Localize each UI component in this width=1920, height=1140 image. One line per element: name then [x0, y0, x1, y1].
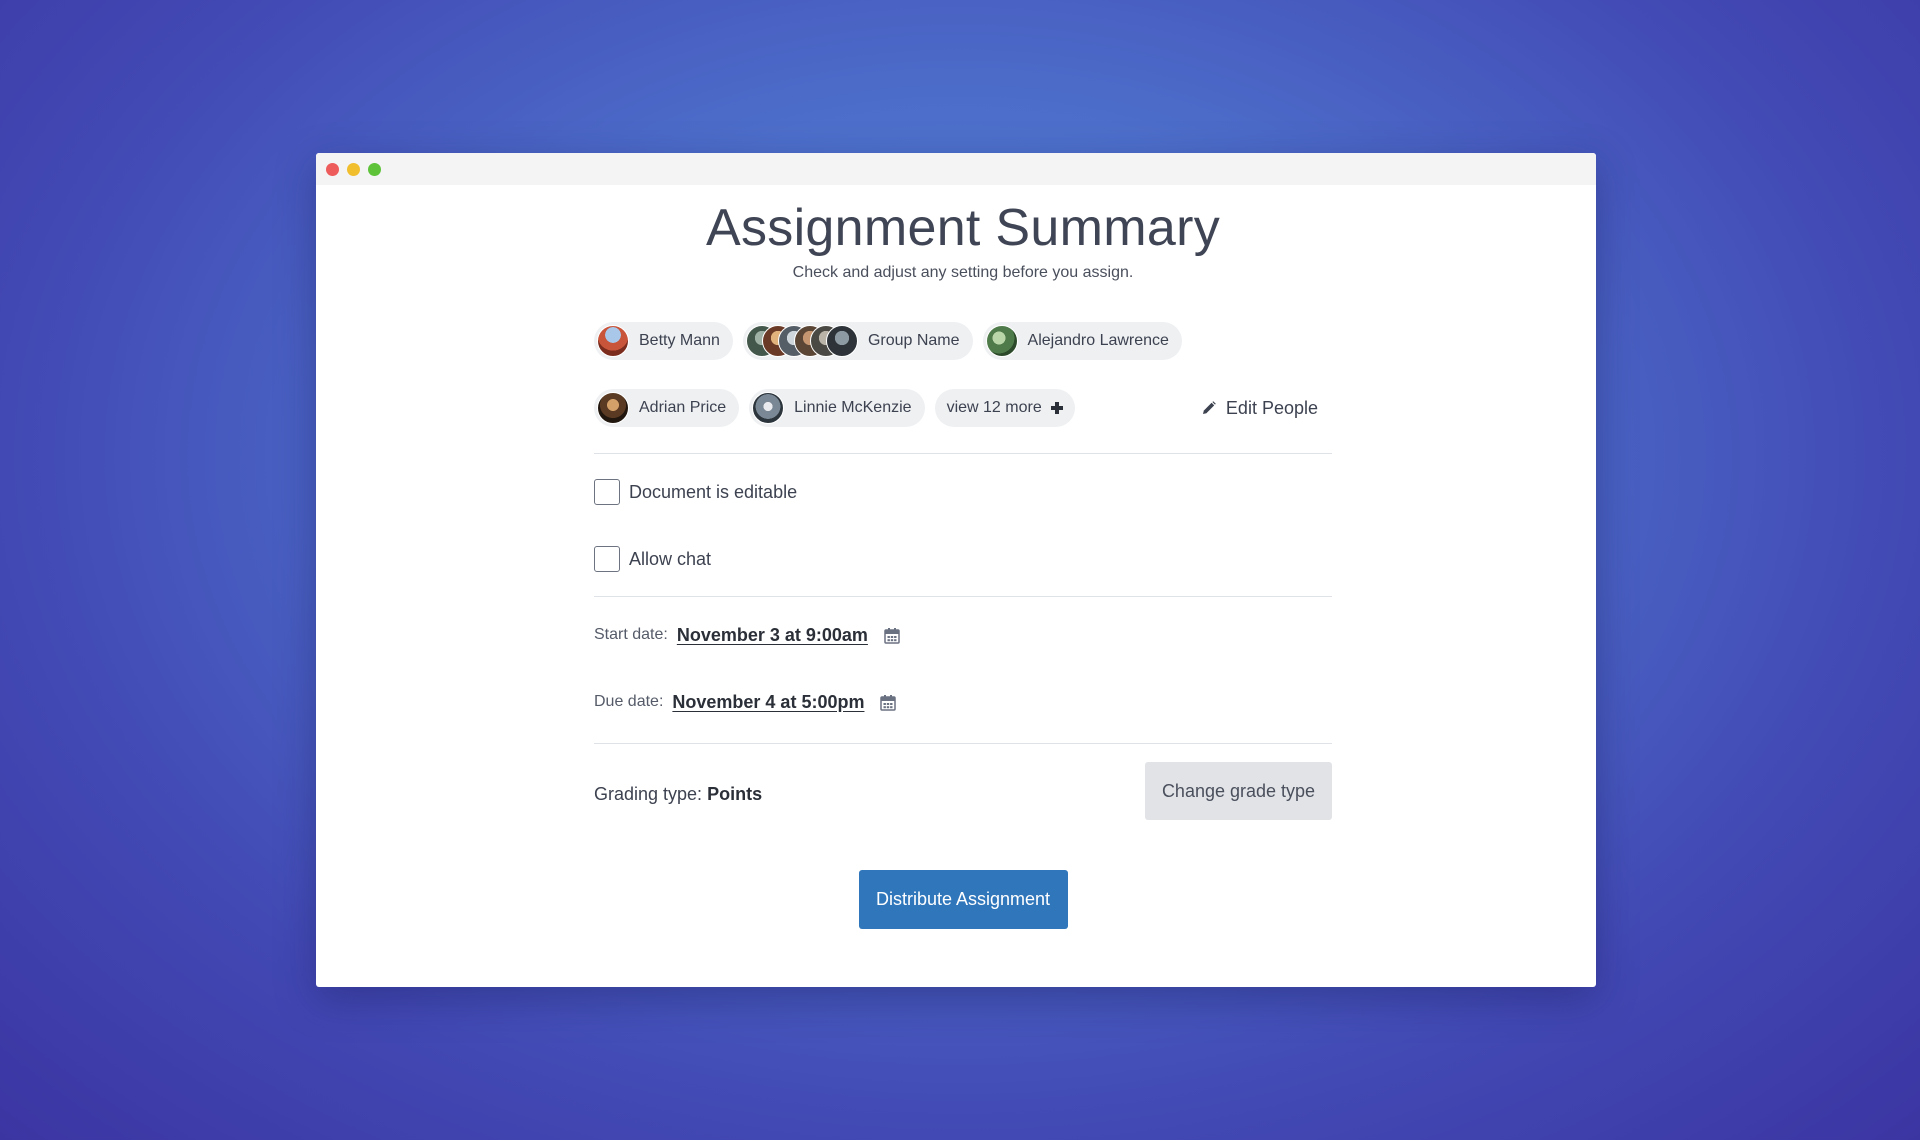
- avatar: [597, 392, 629, 424]
- person-name: Linnie McKenzie: [794, 399, 912, 416]
- person-name: Betty Mann: [639, 332, 720, 349]
- document-editable-checkbox[interactable]: [594, 479, 620, 505]
- page-title: Assignment Summary: [706, 199, 1220, 257]
- calendar-icon[interactable]: [884, 627, 900, 644]
- app-window: Assignment Summary Check and adjust any …: [316, 153, 1596, 987]
- person-name: Adrian Price: [639, 399, 727, 416]
- group-name: Group Name: [867, 332, 960, 349]
- change-grade-type-button[interactable]: Change grade type: [1145, 762, 1332, 820]
- distribute-area: Distribute Assignment: [594, 870, 1332, 929]
- grading-row: Grading type: Points Change grade type: [594, 762, 1332, 820]
- grading-type-label: Grading type:: [594, 784, 703, 804]
- window-close-button[interactable]: [326, 163, 339, 176]
- edit-people-button[interactable]: Edit People: [1202, 389, 1318, 427]
- document-editable-option: Document is editable: [594, 479, 1332, 505]
- people-row: Adrian Price Linnie McKenzie view 12 mor…: [594, 389, 1332, 427]
- grading-type-value: Points: [707, 784, 763, 804]
- person-chip-alejandro-lawrence[interactable]: Alejandro Lawrence: [982, 322, 1182, 360]
- allow-chat-option: Allow chat: [594, 546, 1332, 572]
- window-minimize-button[interactable]: [347, 163, 360, 176]
- people-row: Betty Mann Group Name Alejandro Lawrence: [594, 322, 1332, 360]
- plus-icon: [1050, 402, 1063, 414]
- group-avatars: [745, 325, 858, 357]
- allow-chat-label: Allow chat: [629, 548, 712, 569]
- person-chip-adrian-price[interactable]: Adrian Price: [594, 389, 740, 427]
- start-date-value[interactable]: November 3 at 9:00am: [677, 625, 868, 646]
- due-date-row: Due date: November 4 at 5:00pm: [594, 690, 1332, 714]
- avatar: [752, 392, 785, 424]
- distribute-assignment-button[interactable]: Distribute Assignment: [858, 870, 1068, 929]
- divider: [594, 743, 1332, 744]
- edit-people-label: Edit People: [1225, 397, 1318, 418]
- calendar-icon[interactable]: [880, 694, 897, 711]
- view-more-button[interactable]: view 12 more: [934, 389, 1075, 427]
- avatar: [825, 325, 858, 357]
- grading-type: Grading type: Points: [594, 784, 762, 805]
- start-date-label: Start date:: [594, 626, 668, 643]
- view-more-label: view 12 more: [946, 399, 1042, 416]
- page-subtitle: Check and adjust any setting before you …: [792, 264, 1134, 281]
- pencil-icon: [1202, 401, 1216, 414]
- assignment-summary-panel: Assignment Summary Check and adjust any …: [594, 185, 1332, 929]
- window-maximize-button[interactable]: [368, 163, 381, 176]
- start-date-row: Start date: November 3 at 9:00am: [594, 623, 1332, 647]
- document-editable-label: Document is editable: [629, 481, 798, 502]
- window-titlebar: [316, 153, 1596, 185]
- avatar: [597, 325, 629, 357]
- avatar: [985, 325, 1018, 357]
- person-chip-linnie-mckenzie[interactable]: Linnie McKenzie: [749, 389, 925, 427]
- due-date-value[interactable]: November 4 at 5:00pm: [672, 692, 864, 713]
- divider: [594, 596, 1332, 597]
- group-chip[interactable]: Group Name: [742, 322, 973, 360]
- divider: [594, 453, 1332, 454]
- person-chip-betty-mann[interactable]: Betty Mann: [594, 322, 733, 360]
- person-name: Alejandro Lawrence: [1027, 332, 1169, 349]
- allow-chat-checkbox[interactable]: [594, 546, 620, 572]
- due-date-label: Due date:: [594, 693, 664, 710]
